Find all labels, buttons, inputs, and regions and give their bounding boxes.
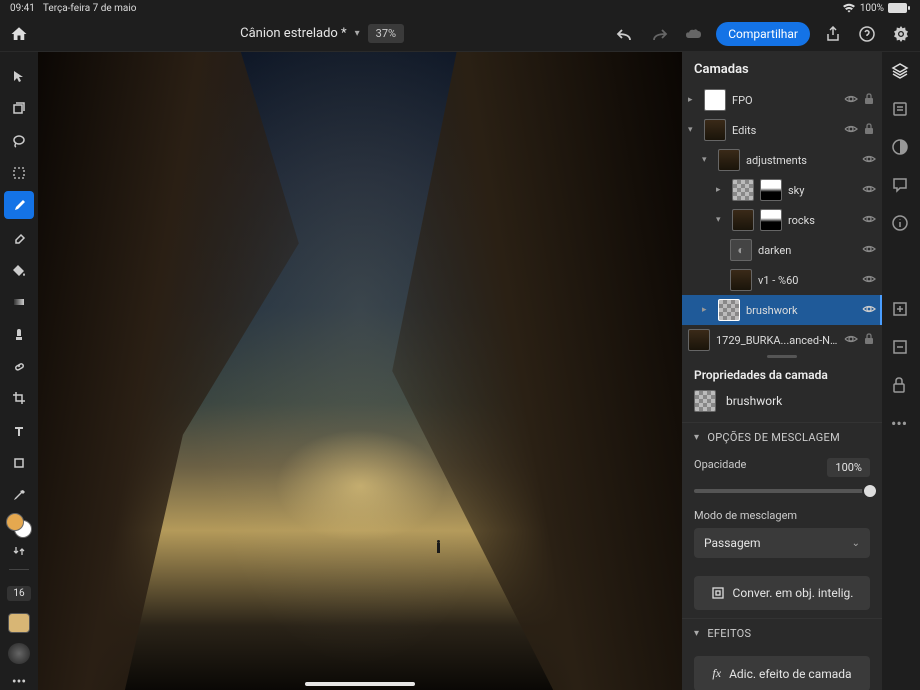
chevron-down-icon: ⌄ xyxy=(852,538,860,549)
blend-mode-label: Modo de mesclagem xyxy=(694,509,870,522)
layer-row-adjustments[interactable]: ▾ adjustments xyxy=(682,145,882,175)
eyedropper-tool[interactable] xyxy=(4,481,34,509)
disclose-icon[interactable]: ▸ xyxy=(702,305,712,315)
more-panel-icon[interactable]: ••• xyxy=(891,414,911,434)
visibility-icon[interactable] xyxy=(844,94,858,107)
chevron-down-icon: ▾ xyxy=(355,28,360,39)
layer-row-edits[interactable]: ▾ Edits xyxy=(682,115,882,145)
layer-row-rocks[interactable]: ▾ rocks xyxy=(682,205,882,235)
swap-colors-icon[interactable] xyxy=(9,542,29,561)
layers-panel-title: Camadas xyxy=(682,52,882,85)
status-date: Terça-feira 7 de maio xyxy=(43,3,137,14)
settings-gear-icon[interactable] xyxy=(890,23,912,45)
document-title: Cânion estrelado * xyxy=(240,26,347,41)
add-layer-effect-button[interactable]: fx Adic. efeito de camada xyxy=(694,656,870,690)
lock-icon[interactable] xyxy=(864,123,876,138)
visibility-icon[interactable] xyxy=(844,124,858,137)
eraser-tool[interactable] xyxy=(4,223,34,251)
visibility-icon[interactable] xyxy=(844,334,858,347)
blend-mode-dropdown[interactable]: Passagem ⌄ xyxy=(694,528,870,558)
disclose-icon[interactable]: ▾ xyxy=(702,155,712,165)
active-color-chip[interactable] xyxy=(8,613,30,634)
lasso-tool[interactable] xyxy=(4,126,34,154)
layer-row-source[interactable]: 1729_BURKA...anced-NR33 xyxy=(682,325,882,355)
disclose-icon[interactable]: ▾ xyxy=(716,215,726,225)
brush-size-value[interactable]: 16 xyxy=(7,586,30,601)
chevron-down-icon: ▾ xyxy=(694,628,699,639)
opacity-slider[interactable] xyxy=(694,489,870,493)
fill-tool[interactable] xyxy=(4,255,34,283)
blend-mode-field: Modo de mesclagem Passagem ⌄ xyxy=(682,503,882,568)
properties-panel-title: Propriedades da camada xyxy=(682,358,882,390)
crop-tool[interactable] xyxy=(4,384,34,412)
visibility-icon[interactable] xyxy=(862,214,876,227)
move-tool[interactable] xyxy=(4,62,34,90)
help-icon[interactable] xyxy=(856,23,878,45)
battery-percent: 100% xyxy=(860,3,884,14)
export-icon[interactable] xyxy=(822,23,844,45)
selection-tool[interactable] xyxy=(4,159,34,187)
undo-button[interactable] xyxy=(614,23,636,45)
clone-stamp-tool[interactable] xyxy=(4,320,34,348)
disclose-icon[interactable]: ▸ xyxy=(688,95,698,105)
convert-smart-object-button[interactable]: Conver. em obj. intelig. xyxy=(694,576,870,610)
disclose-icon[interactable]: ▾ xyxy=(688,125,698,135)
visibility-icon[interactable] xyxy=(862,184,876,197)
progress-badge: 37% xyxy=(368,24,404,43)
properties-icon[interactable] xyxy=(891,100,911,120)
app-bar: Cânion estrelado * ▾ 37% Compartilhar xyxy=(0,16,920,52)
info-icon[interactable] xyxy=(891,214,911,234)
delete-layer-icon[interactable] xyxy=(891,338,911,358)
home-indicator xyxy=(305,682,415,686)
brush-tool[interactable] xyxy=(4,191,34,219)
gradient-tool[interactable] xyxy=(4,288,34,316)
selected-layer-name: brushwork xyxy=(726,394,782,408)
right-icon-strip: ••• xyxy=(882,52,920,690)
layer-row-brushwork[interactable]: ▸ brushwork xyxy=(682,295,882,325)
more-tools-icon[interactable]: ••• xyxy=(12,674,26,690)
status-time: 09:41 xyxy=(10,3,35,14)
lock-icon[interactable] xyxy=(864,93,876,108)
add-layer-icon[interactable] xyxy=(891,300,911,320)
visibility-icon[interactable] xyxy=(862,244,876,257)
chevron-down-icon: ▾ xyxy=(694,432,699,443)
layer-row-darken[interactable]: ◐ darken xyxy=(682,235,882,265)
blend-options-toggle[interactable]: ▾ OPÇÕES DE MESCLAGEM xyxy=(682,422,882,452)
lock-panel-icon[interactable] xyxy=(891,376,911,396)
lock-icon[interactable] xyxy=(864,333,876,348)
battery-icon xyxy=(888,3,910,13)
comments-icon[interactable] xyxy=(891,176,911,196)
wifi-icon xyxy=(842,3,856,13)
visibility-icon[interactable] xyxy=(862,274,876,287)
brush-preview[interactable] xyxy=(8,643,30,664)
layer-row-sky[interactable]: ▸ sky xyxy=(682,175,882,205)
doc-title-area[interactable]: Cânion estrelado * ▾ 37% xyxy=(30,24,614,43)
home-icon[interactable] xyxy=(8,23,30,45)
opacity-label: Opacidade xyxy=(694,458,746,471)
shape-tool[interactable] xyxy=(4,449,34,477)
disclose-icon[interactable]: ▸ xyxy=(716,185,726,195)
opacity-field: Opacidade 100% xyxy=(682,452,882,503)
type-tool[interactable] xyxy=(4,417,34,445)
adjustments-icon[interactable] xyxy=(891,138,911,158)
opacity-value[interactable]: 100% xyxy=(827,458,870,477)
status-bar: 09:41 Terça-feira 7 de maio 100% xyxy=(0,0,920,16)
right-panel: Camadas ▸ FPO ▾ Edits ▾ adjustments ▸ sk… xyxy=(682,52,882,690)
visibility-icon[interactable] xyxy=(862,154,876,167)
layer-row-v1[interactable]: v1 - %60 xyxy=(682,265,882,295)
visibility-icon[interactable] xyxy=(862,304,876,317)
color-swatches[interactable] xyxy=(6,513,32,537)
effects-toggle[interactable]: ▾ EFEITOS xyxy=(682,618,882,648)
layer-row-fpo[interactable]: ▸ FPO xyxy=(682,85,882,115)
share-button[interactable]: Compartilhar xyxy=(716,22,810,46)
layers-icon[interactable] xyxy=(891,62,911,82)
slider-knob[interactable] xyxy=(862,483,878,499)
selected-layer-info: brushwork xyxy=(682,390,882,422)
toolbar: 16 ••• xyxy=(0,52,38,690)
cloud-icon[interactable] xyxy=(682,23,704,45)
canvas[interactable] xyxy=(38,52,682,690)
heal-tool[interactable] xyxy=(4,352,34,380)
transform-tool[interactable] xyxy=(4,94,34,122)
redo-button[interactable] xyxy=(648,23,670,45)
